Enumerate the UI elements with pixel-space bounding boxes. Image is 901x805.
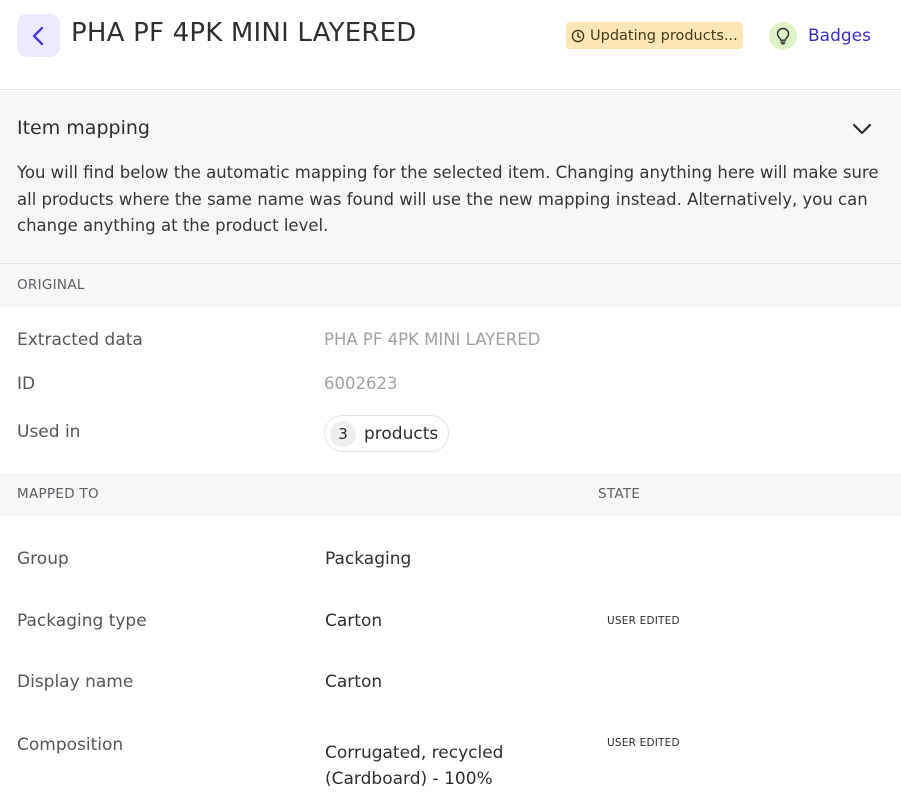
products-label: products (364, 423, 439, 444)
state-header: STATE (598, 486, 641, 502)
badges-button[interactable]: Badges (769, 20, 871, 52)
chevron-down-icon (852, 123, 872, 135)
badges-label: Badges (808, 26, 871, 46)
id-value: 6002623 (324, 374, 398, 393)
mapped-to-header: MAPPED TO (17, 486, 99, 502)
group-value[interactable]: Packaging (325, 549, 411, 569)
composition-value[interactable]: Corrugated, recycled (Cardboard) - 100% (325, 740, 565, 792)
display-name-value[interactable]: Carton (325, 672, 382, 692)
composition-state: USER EDITED (607, 737, 680, 749)
item-mapping-panel: Item mapping You will find below the aut… (0, 91, 901, 264)
group-label: Group (17, 549, 69, 569)
page-header: PHA PF 4PK MINI LAYERED Updating product… (0, 0, 901, 90)
clock-icon (571, 29, 585, 42)
page-title: PHA PF 4PK MINI LAYERED (71, 18, 417, 48)
status-badge: Updating products... (566, 22, 743, 49)
back-button[interactable] (17, 14, 60, 57)
chevron-left-icon (32, 26, 43, 45)
id-label: ID (17, 374, 36, 394)
mapped-header-bar: MAPPED TO STATE (0, 473, 901, 516)
section-title: Item mapping (17, 117, 150, 139)
original-header: ORIGINAL (17, 277, 85, 293)
product-count: 3 (330, 420, 356, 447)
used-in-products-button[interactable]: 3 products (324, 415, 450, 452)
section-description: You will find below the automatic mappin… (17, 163, 879, 235)
extracted-data-value: PHA PF 4PK MINI LAYERED (324, 330, 541, 349)
used-in-label: Used in (17, 422, 81, 442)
packaging-type-state: USER EDITED (607, 615, 680, 627)
collapse-button[interactable] (848, 117, 876, 141)
packaging-type-value[interactable]: Carton (325, 611, 382, 631)
lightbulb-icon (769, 22, 797, 50)
original-header-bar: ORIGINAL (0, 264, 901, 307)
packaging-type-label: Packaging type (17, 611, 147, 631)
display-name-label: Display name (17, 672, 134, 692)
extracted-data-label: Extracted data (17, 330, 143, 350)
status-text: Updating products... (590, 27, 738, 44)
composition-label: Composition (17, 735, 124, 755)
